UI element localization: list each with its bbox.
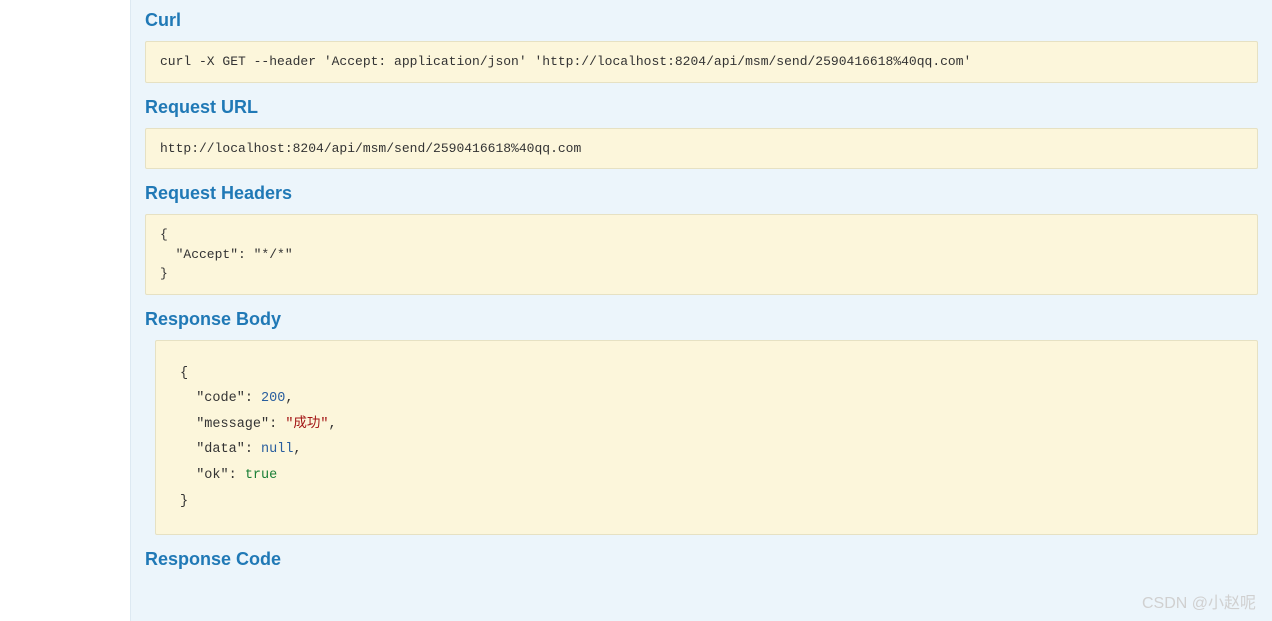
curl-section: Curl curl -X GET --header 'Accept: appli… (131, 0, 1272, 87)
response-code-section: Response Code (131, 539, 1272, 584)
response-body-section: Response Body { "code": 200, "message": … (131, 299, 1272, 540)
request-headers-heading: Request Headers (145, 183, 1258, 204)
response-panel: Curl curl -X GET --header 'Accept: appli… (130, 0, 1272, 621)
response-code-heading: Response Code (145, 549, 1258, 570)
request-url-value[interactable]: http://localhost:8204/api/msm/send/25904… (145, 128, 1258, 170)
request-headers-value[interactable]: { "Accept": "*/*" } (145, 214, 1258, 295)
request-headers-section: Request Headers { "Accept": "*/*" } (131, 173, 1272, 299)
request-url-heading: Request URL (145, 97, 1258, 118)
curl-command[interactable]: curl -X GET --header 'Accept: applicatio… (145, 41, 1258, 83)
request-url-section: Request URL http://localhost:8204/api/ms… (131, 87, 1272, 174)
sidebar-gutter (0, 0, 130, 621)
response-body-value[interactable]: { "code": 200, "message": "成功", "data": … (155, 340, 1258, 536)
curl-heading: Curl (145, 10, 1258, 31)
response-body-heading: Response Body (145, 309, 1258, 330)
